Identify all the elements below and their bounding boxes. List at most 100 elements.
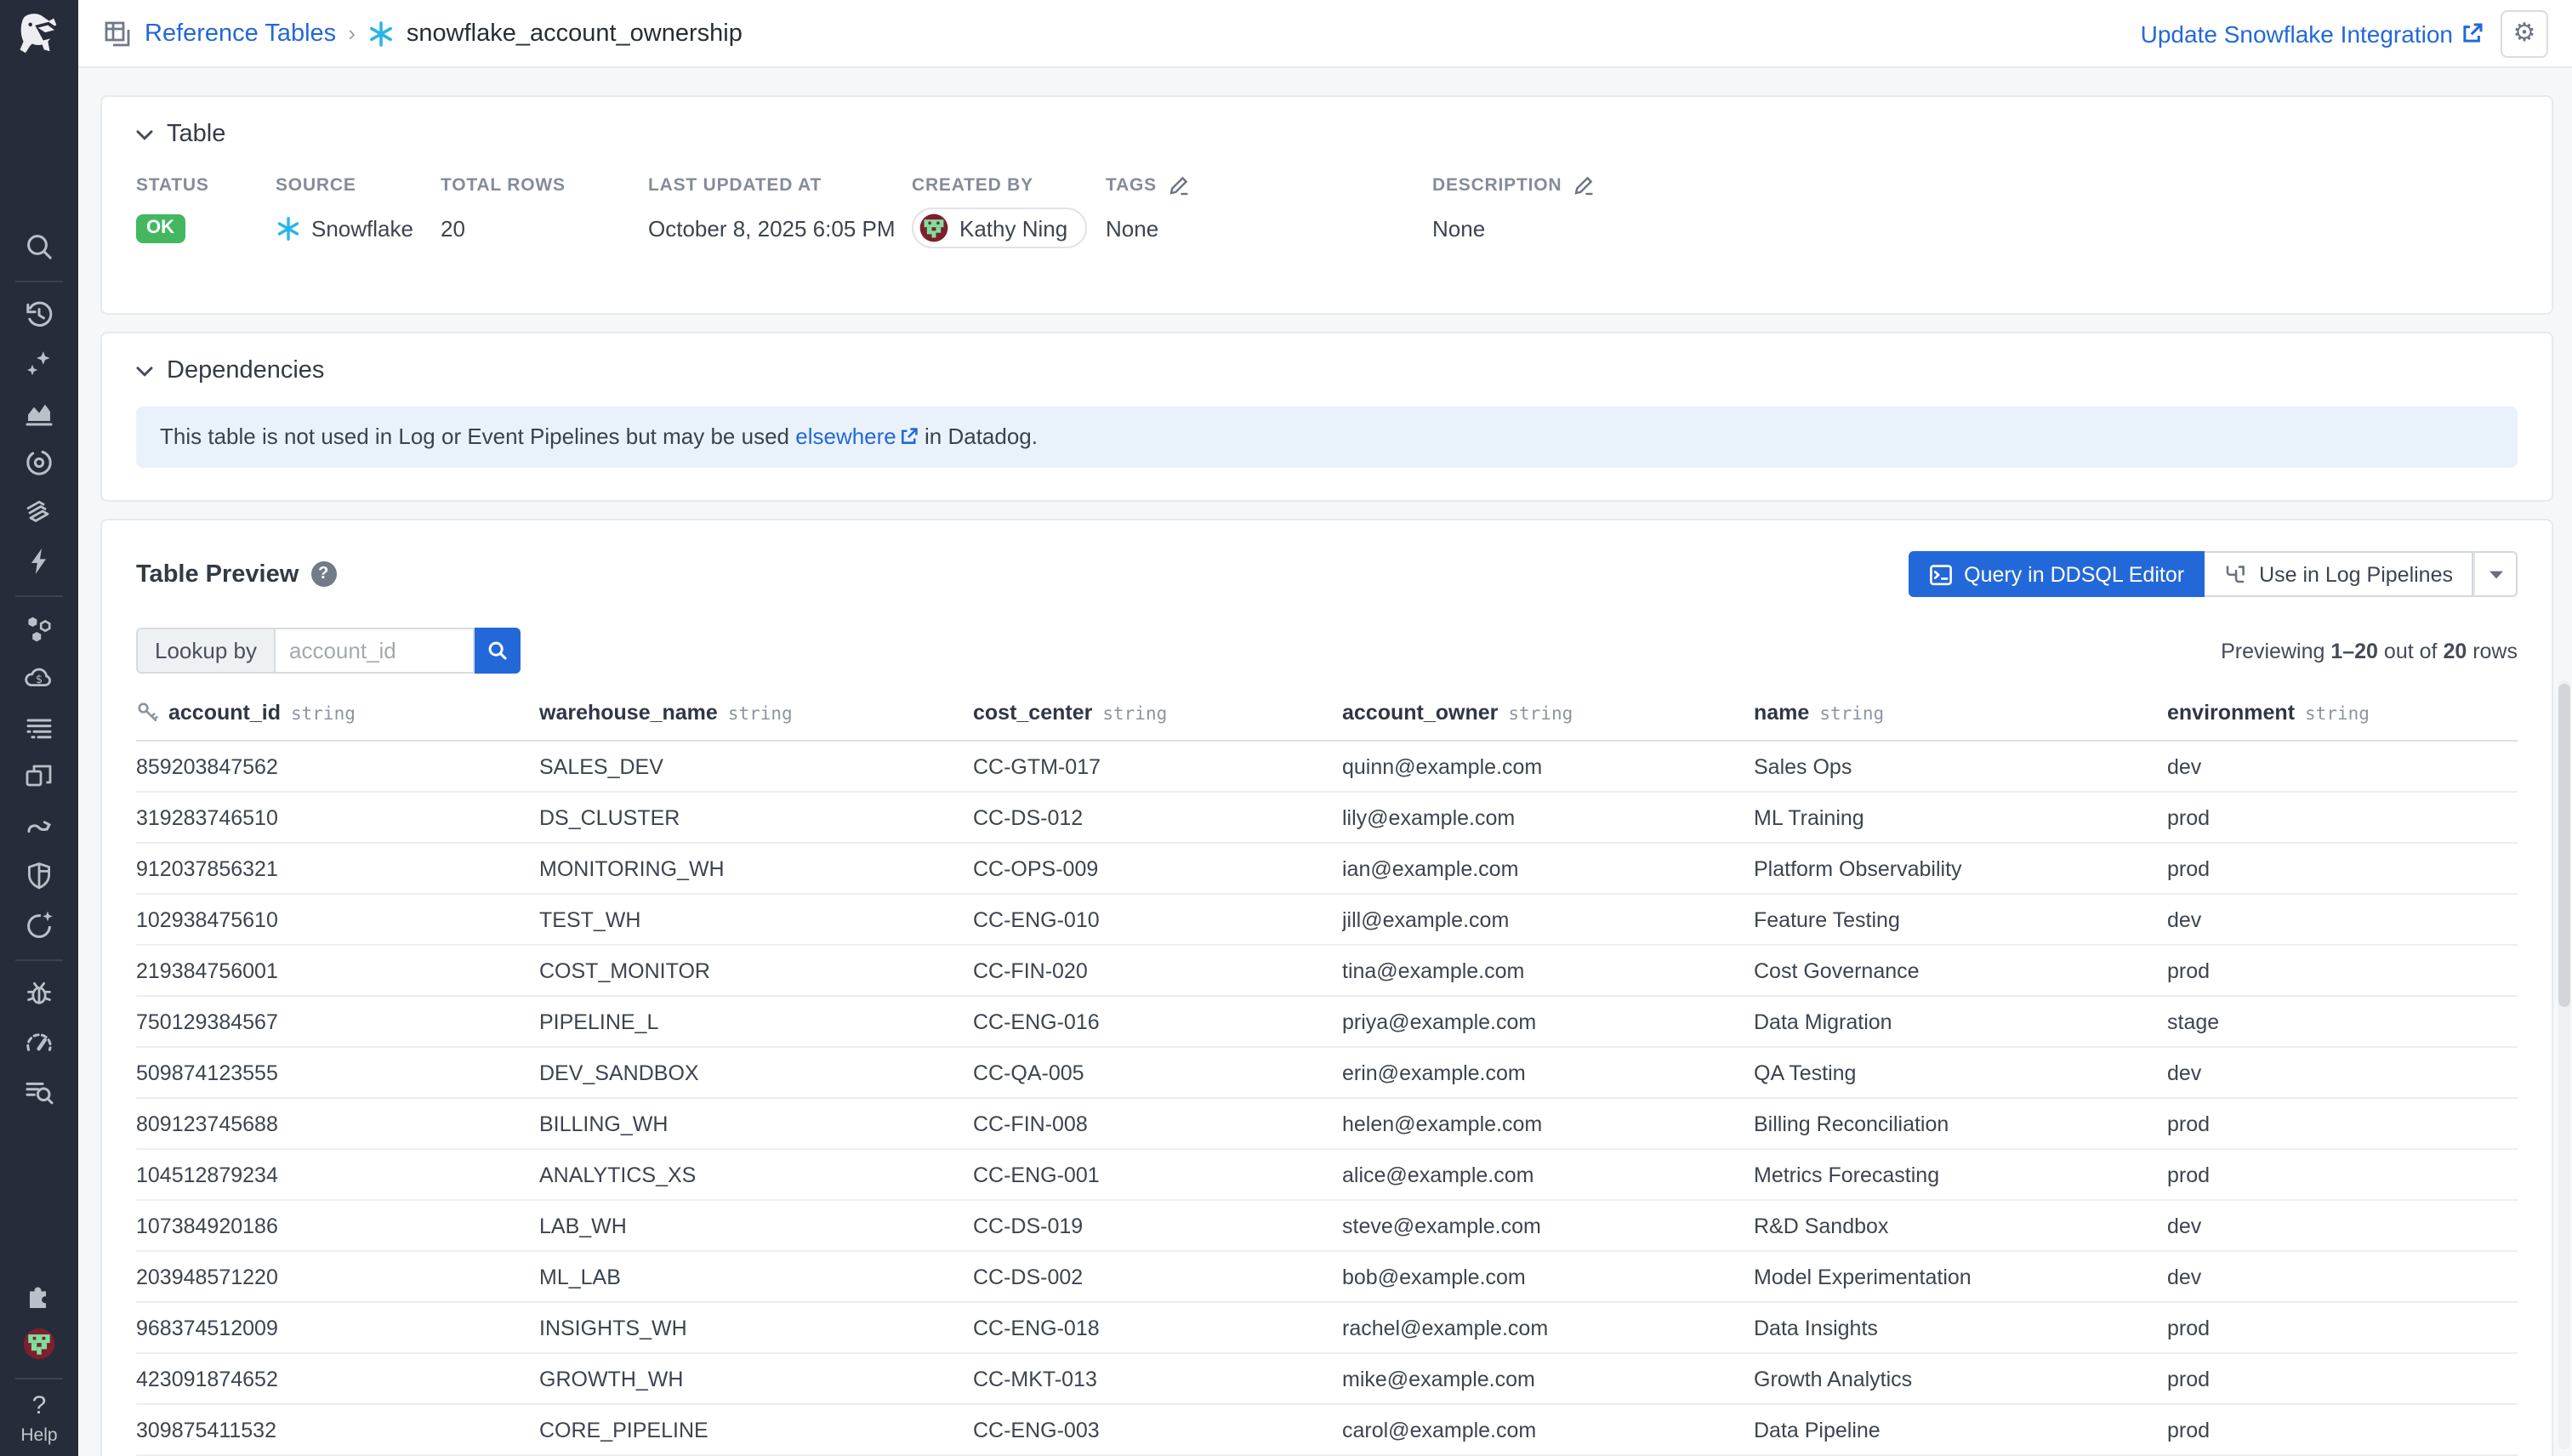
cell: prod [2167,1353,2518,1404]
lookup-control: Lookup by [136,628,521,674]
recent-history-icon[interactable] [22,298,56,332]
table-row[interactable]: 968374512009INSIGHTS_WHCC-ENG-018rachel@… [136,1302,2518,1353]
chevron-down-icon [136,128,153,140]
table-row[interactable]: 102938475610TEST_WHCC-ENG-010jill@exampl… [136,894,2518,945]
infrastructure-layers-icon[interactable] [22,495,56,529]
last-updated-label: LAST UPDATED AT [648,175,912,196]
apm-target-icon[interactable] [22,446,56,480]
preview-actions: Query in DDSQL Editor Use in Log Pipelin… [1908,551,2518,597]
edit-description-pencil-icon[interactable] [1573,175,1594,196]
query-in-ddsql-editor-button[interactable]: Query in DDSQL Editor [1908,551,2205,597]
table-row[interactable]: 309875411532CORE_PIPELINECC-ENG-003carol… [136,1404,2518,1455]
software-catalog-icon[interactable] [22,760,56,794]
cell: 319283746510 [136,792,539,843]
cell: Growth Analytics [1754,1353,2167,1404]
traces-path-icon[interactable] [22,810,56,844]
cell: COST_MONITOR [539,945,973,996]
table-row[interactable]: 509874123555DEV_SANDBOXCC-QA-005erin@exa… [136,1047,2518,1098]
top-header: Reference Tables › snowflake_account_own… [78,0,2572,68]
help-icon: ? [32,1393,47,1420]
cell: alice@example.com [1342,1149,1754,1200]
column-header-account_id[interactable]: account_idstring [136,694,539,741]
cell: 809123745688 [136,1098,539,1149]
cell: Data Insights [1754,1302,2167,1353]
table-row[interactable]: 203948571220ML_LABCC-DS-002bob@example.c… [136,1251,2518,1302]
lookup-input[interactable] [274,628,475,674]
search-icon [487,640,509,662]
cell: SALES_DEV [539,741,973,792]
service-hexagons-icon[interactable] [22,612,56,646]
table-row[interactable]: 750129384567PIPELINE_LCC-ENG-016priya@ex… [136,996,2518,1047]
cell: 219384756001 [136,945,539,996]
column-header-warehouse_name[interactable]: warehouse_namestring [539,694,973,741]
error-tracking-bug-icon[interactable] [22,976,56,1010]
cell: ML_LAB [539,1251,973,1302]
cell: Metrics Forecasting [1754,1149,2167,1200]
metrics-chart-icon[interactable] [22,396,56,430]
cell: 423091874652 [136,1353,539,1404]
column-header-name[interactable]: namestring [1754,694,2167,741]
table-section-header[interactable]: Table [136,121,2518,148]
bits-ai-sparkles-icon[interactable] [22,347,56,381]
cell: dev [2167,741,2518,792]
ddsql-editor-icon [1928,562,1952,586]
log-explorer-search-icon[interactable] [22,1075,56,1109]
cell: bob@example.com [1342,1251,1754,1302]
cell: erin@example.com [1342,1047,1754,1098]
created-by-pill[interactable]: Kathy Ning [912,208,1086,248]
total-rows-label: TOTAL ROWS [441,175,648,196]
tags-value: None [1106,209,1432,247]
help-question-icon[interactable]: ? [310,561,336,587]
scrollbar-thumb[interactable] [2558,684,2570,1007]
table-row[interactable]: 219384756001COST_MONITORCC-FIN-020tina@e… [136,945,2518,996]
source-label: SOURCE [276,175,441,196]
watchdog-icon[interactable] [22,908,56,942]
cell: Sales Ops [1754,741,2167,792]
use-in-log-pipelines-button[interactable]: Use in Log Pipelines [2205,551,2473,597]
cell: lily@example.com [1342,792,1754,843]
edit-tags-pencil-icon[interactable] [1169,175,1189,196]
security-shield-icon[interactable] [22,859,56,893]
breadcrumb-separator: › [348,20,356,46]
dependencies-section-header[interactable]: Dependencies [136,357,2518,384]
user-avatar[interactable] [22,1327,56,1361]
settings-gear-button[interactable]: ⚙ [2501,9,2548,57]
lookup-by-label: Lookup by [136,628,274,674]
cell: jill@example.com [1342,894,1754,945]
table-row[interactable]: 912037856321MONITORING_WHCC-OPS-009ian@e… [136,843,2518,894]
datadog-logo[interactable] [12,9,66,63]
created-by-value: Kathy Ning [959,215,1067,241]
scrollbar[interactable] [2558,680,2570,1449]
lookup-search-button[interactable] [475,628,521,674]
snowflake-icon [367,20,395,47]
table-row[interactable]: 107384920186LAB_WHCC-DS-019steve@example… [136,1200,2518,1251]
cloud-cost-icon[interactable]: $ [22,662,56,696]
update-snowflake-integration-link[interactable]: Update Snowflake Integration [2141,20,2484,47]
table-row[interactable]: 423091874652GROWTH_WHCC-MKT-013mike@exam… [136,1353,2518,1404]
breadcrumb: Reference Tables › snowflake_account_own… [102,18,743,48]
cell: prod [2167,843,2518,894]
cell: TEST_WH [539,894,973,945]
column-header-cost_center[interactable]: cost_centerstring [973,694,1342,741]
table-row[interactable]: 104512879234ANALYTICS_XSCC-ENG-001alice@… [136,1149,2518,1200]
integrations-puzzle-icon[interactable] [22,1277,56,1311]
table-row[interactable]: 859203847562SALES_DEVCC-GTM-017quinn@exa… [136,741,2518,792]
breadcrumb-link-reference-tables[interactable]: Reference Tables [145,20,336,47]
actions-bolt-icon[interactable] [22,544,56,578]
performance-gauge-icon[interactable] [22,1026,56,1060]
elsewhere-link[interactable]: elsewhere [795,424,919,449]
help-button[interactable]: ? Help [20,1393,57,1446]
column-header-environment[interactable]: environmentstring [2167,694,2518,741]
preview-table-header-row: account_idstringwarehouse_namestringcost… [136,694,2518,741]
sidebar-divider [15,959,63,961]
cell: dev [2167,1047,2518,1098]
logs-icon[interactable] [22,711,56,745]
pipelines-dropdown-caret[interactable] [2473,551,2518,597]
table-row[interactable]: 319283746510DS_CLUSTERCC-DS-012lily@exam… [136,792,2518,843]
cell: CC-DS-002 [973,1251,1342,1302]
cell: prod [2167,945,2518,996]
column-header-account_owner[interactable]: account_ownerstring [1342,694,1754,741]
cell: 912037856321 [136,843,539,894]
search-icon[interactable] [22,230,56,264]
table-row[interactable]: 809123745688BILLING_WHCC-FIN-008helen@ex… [136,1098,2518,1149]
